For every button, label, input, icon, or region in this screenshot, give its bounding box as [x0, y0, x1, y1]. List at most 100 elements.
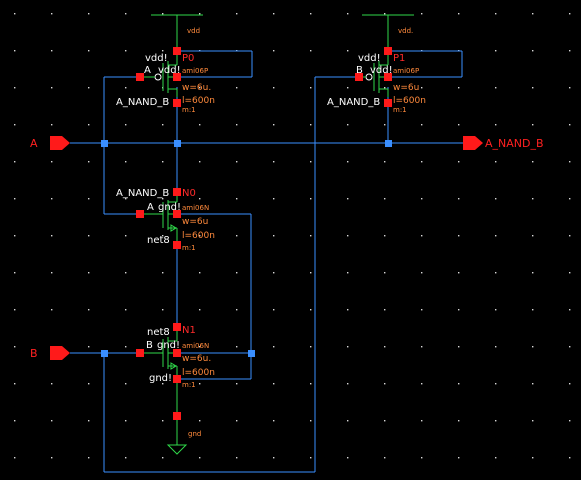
grid-dot	[236, 198, 238, 200]
p0-instance-name: P0	[182, 53, 194, 64]
grid-dot	[532, 457, 534, 459]
grid-dot	[162, 272, 164, 274]
n0-source-label: net8	[147, 235, 170, 246]
grid-dot	[14, 272, 16, 274]
grid-dot	[347, 309, 349, 311]
grid-dot	[14, 13, 16, 15]
n1-model: ami06N	[182, 342, 209, 350]
p0-drain-label: A_NAND_B	[116, 97, 169, 108]
grid-dot	[310, 50, 312, 52]
grid-dot	[273, 13, 275, 15]
grid-dot	[458, 198, 460, 200]
grid-dot	[273, 235, 275, 237]
pin-b[interactable]: B	[30, 346, 70, 360]
grid-dot	[458, 420, 460, 422]
grid-dot	[199, 124, 201, 126]
grid-dot	[495, 13, 497, 15]
grid-dot	[421, 457, 423, 459]
grid-dot	[384, 309, 386, 311]
schematic-canvas[interactable]: vdd vdd. gnd A B A_NAND_B P0 vdd! A vdd!…	[0, 0, 581, 480]
p1-instance-name: P1	[393, 53, 405, 64]
pin-output[interactable]: A_NAND_B	[463, 136, 544, 150]
grid-dot	[273, 309, 275, 311]
grid-dot	[51, 161, 53, 163]
grid-dot	[421, 346, 423, 348]
junction-a	[101, 140, 108, 147]
grid-dot	[273, 50, 275, 52]
grid-dot	[310, 272, 312, 274]
grid-dot	[532, 124, 534, 126]
n1-length: l=600n	[182, 368, 215, 378]
vdd-label: vdd	[187, 27, 200, 35]
grid-dot	[458, 346, 460, 348]
grid-dot	[162, 457, 164, 459]
p0-length: l=600n	[182, 96, 215, 106]
grid-dot	[51, 272, 53, 274]
grid-dot	[384, 272, 386, 274]
grid-dot	[125, 383, 127, 385]
p0-width: w=6u.	[182, 83, 211, 93]
n1-multiplier: m:1	[182, 381, 196, 389]
n1-bulk-label: gnd!	[157, 340, 180, 351]
n1-source-label: gnd!	[149, 373, 172, 384]
pin-a[interactable]: A	[30, 136, 70, 150]
grid-dot	[495, 235, 497, 237]
grid-dot	[51, 420, 53, 422]
n0-model: ami06N	[182, 204, 209, 212]
grid-dot	[569, 309, 571, 311]
grid-dot	[347, 457, 349, 459]
grid-dot	[88, 198, 90, 200]
junction-b	[101, 350, 108, 357]
grid-dot	[125, 235, 127, 237]
grid-dot	[569, 457, 571, 459]
grid-dot	[273, 198, 275, 200]
grid-dot	[347, 161, 349, 163]
grid-dot	[236, 272, 238, 274]
grid-dot	[236, 383, 238, 385]
grid-dot	[495, 272, 497, 274]
grid-dot	[273, 272, 275, 274]
n0-drain-label: A_NAND_B	[116, 188, 169, 199]
grid-dot	[347, 235, 349, 237]
grid-dot	[14, 198, 16, 200]
grid-dot	[347, 346, 349, 348]
grid-dot	[532, 161, 534, 163]
grid-dot	[458, 161, 460, 163]
grid-dot	[162, 420, 164, 422]
grid-dot	[310, 87, 312, 89]
grid-dot	[532, 272, 534, 274]
grid-dot	[14, 50, 16, 52]
grid-dot	[273, 124, 275, 126]
grid-dot	[458, 13, 460, 15]
n1-drain-label: net8	[147, 327, 170, 338]
p1-gate-label: B	[356, 65, 363, 76]
grid-dot	[88, 309, 90, 311]
grid-dot	[273, 383, 275, 385]
grid-dot	[347, 198, 349, 200]
grid-dot	[51, 383, 53, 385]
n1-instance-name: N1	[182, 325, 196, 336]
grid-dot	[310, 124, 312, 126]
grid-dot	[14, 161, 16, 163]
junctions	[101, 140, 392, 357]
grid-dot	[421, 198, 423, 200]
grid-dot	[88, 50, 90, 52]
grid-dot	[51, 50, 53, 52]
grid-dot	[310, 235, 312, 237]
grid-dot	[569, 420, 571, 422]
grid-dot	[125, 272, 127, 274]
grid-dot	[310, 198, 312, 200]
grid-dot	[51, 87, 53, 89]
grid-dot	[384, 87, 386, 89]
grid-dot	[569, 198, 571, 200]
grid-dot	[199, 198, 201, 200]
junction-output-left	[174, 140, 181, 147]
grid-dot	[14, 87, 16, 89]
p0-model: ami06P	[182, 67, 208, 75]
grid-dot	[199, 272, 201, 274]
grid-dot	[125, 161, 127, 163]
grid-dot	[532, 346, 534, 348]
grid-dot	[532, 235, 534, 237]
grid-dot	[236, 420, 238, 422]
grid-dot	[384, 198, 386, 200]
